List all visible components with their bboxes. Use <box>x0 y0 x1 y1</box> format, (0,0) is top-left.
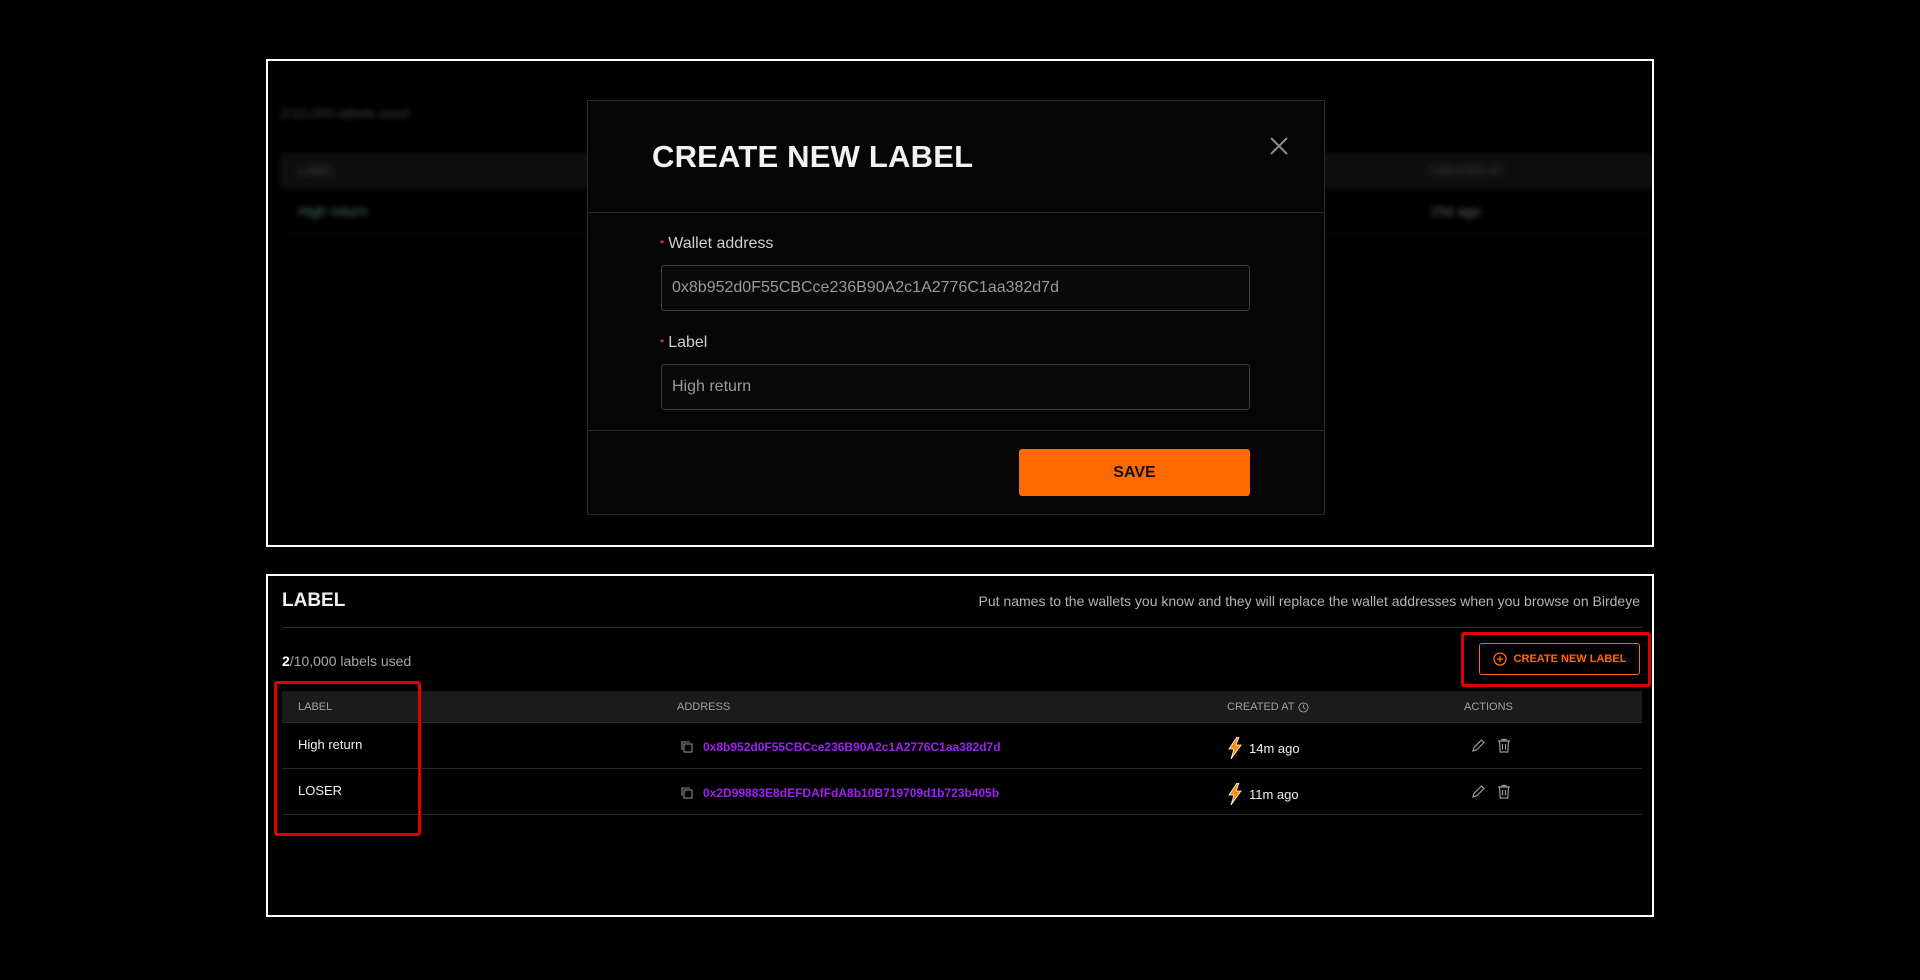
wallet-address-link[interactable]: 0x8b952d0F55CBCce236B90A2c1A2776C1aa382d… <box>703 740 1001 754</box>
label-list-screenshot: LABEL Put names to the wallets you know … <box>266 574 1654 917</box>
create-new-label-text: CREATE NEW LABEL <box>1513 653 1627 665</box>
modal-header: CREATE NEW LABEL <box>588 101 1324 213</box>
row-created: 14m ago <box>1227 737 1300 759</box>
labels-table: LABEL ADDRESS CREATED AT ACTIONS High re… <box>282 691 1642 815</box>
create-label-modal: CREATE NEW LABEL •Wallet address •Label … <box>587 100 1325 515</box>
delete-button[interactable] <box>1494 735 1514 755</box>
section-title: LABEL <box>282 590 346 611</box>
wallet-address-input[interactable] <box>661 265 1250 311</box>
create-new-label-button[interactable]: CREATE NEW LABEL <box>1479 643 1640 675</box>
divider <box>282 627 1642 628</box>
save-button[interactable]: SAVE <box>1019 449 1250 496</box>
modal-footer: SAVE <box>588 431 1324 515</box>
row-label: High return <box>298 737 363 752</box>
column-header-address-text: ADDRESS <box>677 701 731 713</box>
trash-icon <box>1498 738 1510 753</box>
created-time: 11m ago <box>1249 786 1299 802</box>
edit-icon <box>1471 738 1485 752</box>
required-marker: • <box>660 334 665 348</box>
close-button[interactable] <box>1264 131 1294 161</box>
bg-col-created: CREATED AT <box>1430 164 1504 178</box>
lightning-icon <box>1228 737 1242 759</box>
edit-button[interactable] <box>1468 735 1488 755</box>
column-header-created-text: CREATED AT <box>1227 701 1295 713</box>
bg-col-label: LABEL <box>298 164 336 178</box>
label-input[interactable] <box>661 364 1250 410</box>
delete-button[interactable] <box>1494 781 1514 801</box>
wallet-address-label-text: Wallet address <box>668 235 774 252</box>
copy-icon <box>681 741 693 753</box>
copy-button[interactable] <box>677 783 697 803</box>
trash-icon <box>1498 784 1510 799</box>
table-row: LOSER 0x2D99883E8dEFDAfFdA8b10B719709d1b… <box>282 769 1642 815</box>
table-row: High return 0x8b952d0F55CBCce236B90A2c1A… <box>282 723 1642 769</box>
column-header-label-text: LABEL <box>298 701 333 713</box>
column-header-label: LABEL <box>298 701 332 713</box>
copy-button[interactable] <box>677 737 697 757</box>
edit-icon <box>1471 784 1485 798</box>
row-created: 11m ago <box>1227 783 1299 805</box>
copy-icon <box>681 787 693 799</box>
column-header-actions: ACTIONS <box>1464 701 1513 713</box>
labels-used-count: 2 <box>282 653 290 669</box>
row-actions <box>1468 781 1514 801</box>
create-label-modal-screenshot: 2/10,000 labels used LABEL CREATED AT Hi… <box>266 59 1654 547</box>
created-time: 14m ago <box>1249 740 1300 756</box>
label-field-label: • Label <box>660 334 707 352</box>
wallet-address-link[interactable]: 0x2D99883E8dEFDAfFdA8b10B719709d1b723b40… <box>703 786 999 800</box>
clock-icon <box>1298 701 1309 713</box>
table-header: LABEL ADDRESS CREATED AT ACTIONS <box>282 691 1642 723</box>
required-marker: • <box>660 235 665 249</box>
modal-title: CREATE NEW LABEL <box>652 139 974 174</box>
column-header-address: ADDRESS <box>677 701 730 713</box>
add-circle-icon <box>1492 652 1507 666</box>
bg-usage-text: 2/10,000 labels used <box>280 105 410 121</box>
row-address: 0x8b952d0F55CBCce236B90A2c1A2776C1aa382d… <box>677 737 1001 757</box>
section-description: Put names to the wallets you know and th… <box>978 593 1640 609</box>
bg-row-created: 15d ago <box>1430 203 1481 219</box>
label-field-label-text: Label <box>668 334 708 351</box>
lightning-icon <box>1228 783 1242 805</box>
row-label: LOSER <box>298 783 343 798</box>
labels-usage: 2/10,000 labels used <box>282 653 411 669</box>
edit-button[interactable] <box>1468 781 1488 801</box>
row-address: 0x2D99883E8dEFDAfFdA8b10B719709d1b723b40… <box>677 783 999 803</box>
row-actions <box>1468 735 1514 755</box>
close-icon <box>1270 137 1288 155</box>
column-header-actions-text: ACTIONS <box>1464 701 1513 713</box>
wallet-address-label: • Wallet address <box>660 235 773 253</box>
modal-body: •Wallet address •Label <box>588 213 1324 431</box>
bg-row-label: High return <box>298 203 368 219</box>
labels-used-total: /10,000 labels used <box>289 653 412 669</box>
column-header-created-at: CREATED AT <box>1227 701 1309 713</box>
